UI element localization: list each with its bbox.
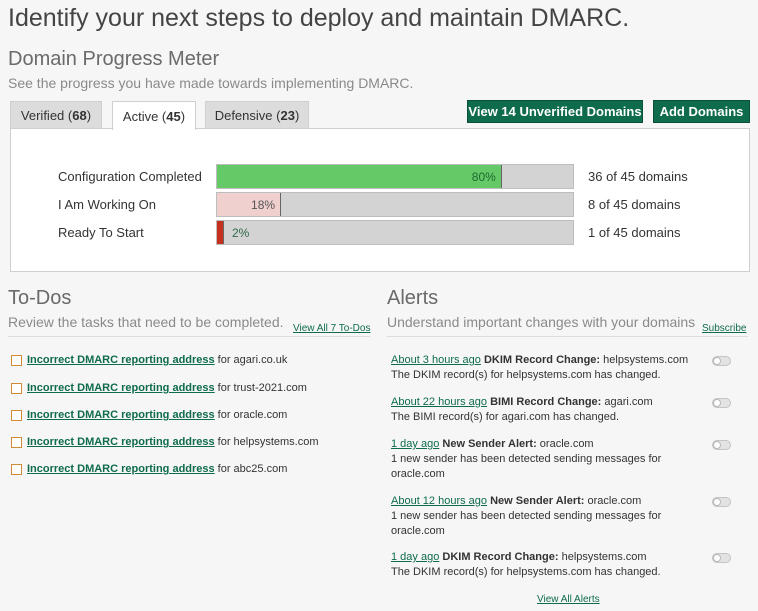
toggle-knob bbox=[713, 357, 721, 365]
todo-text: for helpsystems.com bbox=[217, 436, 319, 448]
alert-time-link[interactable]: About 22 hours ago bbox=[391, 396, 487, 408]
alert-type: DKIM Record Change: bbox=[483, 354, 601, 366]
progress-fill-working: 18% bbox=[217, 193, 282, 216]
alerts-subtitle: Understand important changes with your d… bbox=[387, 314, 696, 330]
progress-percent-working: 18% bbox=[251, 197, 276, 212]
alert-time-link[interactable]: 1 day ago bbox=[391, 551, 439, 563]
toggle-knob bbox=[713, 441, 721, 449]
alert-time-link[interactable]: About 3 hours ago bbox=[391, 354, 481, 366]
progress-percent-configuration: 80% bbox=[471, 169, 496, 184]
toggle-knob bbox=[713, 554, 721, 562]
view-all-alerts-link[interactable]: View All Alerts bbox=[537, 594, 600, 605]
tab-active-count: 45 bbox=[166, 108, 181, 124]
alert-toggle[interactable] bbox=[712, 497, 731, 507]
alert-description: 1 new sender has been detected sending m… bbox=[391, 453, 662, 465]
progress-label-configuration: Configuration Completed bbox=[58, 169, 202, 184]
tab-defensive-label: Defensive bbox=[214, 108, 273, 123]
todo-item: Incorrect DMARC reporting address for ab… bbox=[11, 463, 287, 475]
alert-item: About 12 hours ago New Sender Alert: ora… bbox=[391, 494, 691, 539]
progress-bar-configuration: 80% bbox=[216, 164, 574, 189]
progress-bar-working: 18% bbox=[216, 192, 574, 217]
alert-time-link[interactable]: About 12 hours ago bbox=[391, 495, 487, 507]
tab-verified[interactable]: Verified (68) bbox=[10, 101, 102, 129]
alert-toggle[interactable] bbox=[712, 398, 731, 408]
alert-domain: agari.com bbox=[604, 396, 653, 408]
alert-toggle[interactable] bbox=[712, 356, 731, 366]
alert-item: About 22 hours ago BIMI Record Change: a… bbox=[391, 395, 691, 425]
subscribe-link[interactable]: Subscribe bbox=[702, 323, 746, 334]
progress-meter-subtitle: See the progress you have made towards i… bbox=[8, 75, 414, 91]
progress-count-working: 8 of 45 domains bbox=[588, 197, 681, 212]
progress-bar-ready: 2% bbox=[216, 220, 574, 245]
alert-description: The DKIM record(s) for helpsystems.com h… bbox=[391, 369, 661, 381]
todo-text: for abc25.com bbox=[217, 463, 288, 475]
todo-link[interactable]: Incorrect DMARC reporting address bbox=[27, 436, 215, 448]
tab-defensive[interactable]: Defensive (23) bbox=[205, 101, 309, 129]
todo-item: Incorrect DMARC reporting address for ag… bbox=[11, 354, 287, 366]
todos-subtitle: Review the tasks that need to be complet… bbox=[8, 314, 284, 330]
todos-title: To-Dos bbox=[8, 287, 72, 309]
progress-label-working: I Am Working On bbox=[58, 197, 157, 212]
progress-fill-configuration: 80% bbox=[217, 165, 502, 188]
todo-item: Incorrect DMARC reporting address for he… bbox=[11, 436, 319, 448]
view-all-todos-link[interactable]: View All 7 To-Dos bbox=[293, 323, 370, 334]
progress-count-configuration: 36 of 45 domains bbox=[588, 169, 688, 184]
alert-item: 1 day ago DKIM Record Change: helpsystem… bbox=[391, 550, 691, 580]
add-domains-button[interactable]: Add Domains bbox=[653, 100, 750, 123]
todo-text: for oracle.com bbox=[217, 409, 288, 421]
alert-domain: oracle.com bbox=[539, 438, 594, 450]
progress-count-ready: 1 of 45 domains bbox=[588, 225, 681, 240]
tab-active[interactable]: Active (45) bbox=[112, 101, 196, 130]
toggle-knob bbox=[713, 399, 721, 407]
todo-item: Incorrect DMARC reporting address for or… bbox=[11, 409, 287, 421]
tab-active-label: Active bbox=[122, 108, 159, 124]
alert-description: The DKIM record(s) for helpsystems.com h… bbox=[391, 566, 661, 578]
alert-type: New Sender Alert: bbox=[490, 495, 585, 507]
todo-checkbox[interactable] bbox=[11, 409, 22, 421]
tab-verified-count: 68 bbox=[72, 108, 87, 123]
alert-toggle[interactable] bbox=[712, 553, 731, 563]
tab-verified-label: Verified bbox=[20, 108, 65, 123]
alerts-title: Alerts bbox=[387, 287, 439, 309]
todo-link[interactable]: Incorrect DMARC reporting address bbox=[27, 409, 215, 421]
alert-type: DKIM Record Change: bbox=[442, 551, 559, 563]
todo-text: for agari.co.uk bbox=[217, 354, 288, 366]
todos-divider bbox=[8, 336, 370, 337]
alert-description-cont: oracle.com bbox=[391, 525, 445, 537]
todo-link[interactable]: Incorrect DMARC reporting address bbox=[27, 354, 215, 366]
alert-time-link[interactable]: 1 day ago bbox=[391, 438, 439, 450]
todo-checkbox[interactable] bbox=[11, 436, 22, 448]
alert-type: BIMI Record Change: bbox=[490, 396, 602, 408]
view-unverified-domains-button[interactable]: View 14 Unverified Domains bbox=[467, 100, 643, 123]
page-title: Identify your next steps to deploy and m… bbox=[8, 4, 630, 32]
todo-link[interactable]: Incorrect DMARC reporting address bbox=[27, 463, 215, 475]
alert-description: The BIMI record(s) for agari.com has cha… bbox=[391, 411, 620, 423]
todo-text: for trust-2021.com bbox=[217, 382, 307, 394]
alert-item: 1 day ago New Sender Alert: oracle.com 1… bbox=[391, 437, 691, 482]
toggle-knob bbox=[713, 498, 721, 506]
alert-domain: oracle.com bbox=[587, 495, 642, 507]
alert-description: 1 new sender has been detected sending m… bbox=[391, 510, 662, 522]
alert-domain: helpsystems.com bbox=[561, 551, 647, 563]
progress-meter-title: Domain Progress Meter bbox=[8, 48, 220, 70]
todo-item: Incorrect DMARC reporting address for tr… bbox=[11, 382, 307, 394]
alert-item: About 3 hours ago DKIM Record Change: he… bbox=[391, 353, 691, 383]
alert-toggle[interactable] bbox=[712, 440, 731, 450]
alert-description-cont: oracle.com bbox=[391, 468, 445, 480]
progress-percent-ready: 2% bbox=[232, 226, 250, 240]
todo-checkbox[interactable] bbox=[11, 354, 22, 366]
alerts-divider bbox=[387, 336, 748, 337]
alert-domain: helpsystems.com bbox=[603, 354, 689, 366]
todo-checkbox[interactable] bbox=[11, 382, 22, 394]
todo-checkbox[interactable] bbox=[11, 463, 22, 475]
alert-type: New Sender Alert: bbox=[442, 438, 537, 450]
todo-link[interactable]: Incorrect DMARC reporting address bbox=[27, 382, 215, 394]
tab-defensive-count: 23 bbox=[280, 108, 295, 123]
progress-fill-ready bbox=[217, 221, 225, 244]
progress-label-ready: Ready To Start bbox=[58, 225, 144, 240]
